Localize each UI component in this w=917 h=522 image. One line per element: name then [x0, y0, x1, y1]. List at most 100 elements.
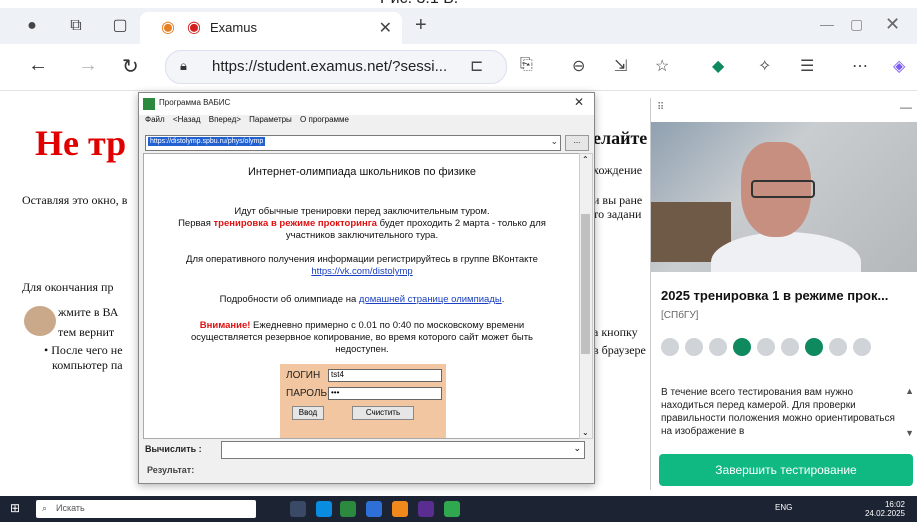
scroll-down-icon[interactable]: ⌄ — [582, 428, 589, 437]
extension-icon[interactable]: ✧ — [758, 56, 771, 76]
scroll-up-icon[interactable]: ▲ — [905, 386, 914, 396]
page-text: а кнопку — [593, 325, 638, 339]
dialog-scrollbar[interactable]: ⌃ ⌄ — [579, 153, 593, 439]
app2-icon[interactable] — [444, 501, 460, 517]
zoom-icon[interactable]: ⊖ — [572, 56, 585, 76]
person-body — [711, 232, 861, 272]
content-p5: Внимание! Ежедневно примерно с 0.01 по 0… — [199, 320, 525, 331]
menu-forward[interactable]: Вперед> — [209, 115, 241, 124]
password-input[interactable]: ••• — [328, 387, 442, 400]
search-icon: ⌕ — [42, 503, 48, 513]
password-label: ПАРОЛЬ — [286, 388, 328, 399]
edge-icon[interactable] — [316, 501, 332, 517]
clock[interactable]: 16:02 24.02.2025 — [865, 500, 905, 518]
windows-start-icon[interactable]: ⊞ — [10, 501, 20, 515]
calc-input[interactable]: ⌄ — [221, 441, 585, 459]
content-p1: Идут обычные тренировки перед заключител… — [234, 206, 490, 217]
chevron-down-icon[interactable]: ⌄ — [573, 443, 581, 454]
star-icon[interactable]: ☆ — [655, 56, 669, 76]
mic-status-icon — [685, 338, 703, 356]
lang-indicator[interactable]: ENG — [775, 503, 792, 512]
close-tab-icon[interactable]: ✕ — [379, 18, 392, 38]
recording-icon: ◉ — [187, 19, 201, 36]
scroll-up-icon[interactable]: ⌃ — [582, 155, 589, 164]
scroll-down-icon[interactable]: ▼ — [905, 428, 914, 438]
login-label: ЛОГИН — [286, 370, 321, 381]
page-heading-right: елайте — [593, 128, 648, 148]
lock-icon[interactable]: 🔒︎ — [180, 58, 187, 74]
cat-avatar-icon — [24, 306, 56, 336]
dialog-url-combo[interactable]: https://distolymp.spbu.ru/phys/olymp ⌄ — [145, 135, 561, 151]
page-text: хождение — [593, 163, 643, 177]
firefox-icon[interactable] — [392, 501, 408, 517]
content-p3: Для оперативного получения информации ре… — [186, 254, 538, 265]
url-text[interactable]: https://student.examus.net/?sessi... — [212, 58, 447, 75]
camera-status-icon — [661, 338, 679, 356]
page-text: • После чего не — [44, 343, 123, 357]
more-icon[interactable]: ⋯ — [852, 56, 868, 76]
drag-handle-icon[interactable]: ⠿ — [657, 102, 664, 113]
screen-status-icon — [709, 338, 727, 356]
share-icon[interactable]: ⇲ — [614, 56, 627, 76]
exam-org: [СПбГУ] — [661, 310, 699, 321]
dialog-url-text[interactable]: https://distolymp.spbu.ru/phys/olymp — [148, 137, 266, 146]
minimize-panel-icon[interactable]: — — [900, 100, 912, 114]
page-text: Оставляя это окно, в — [22, 193, 128, 207]
task-view-icon[interactable] — [290, 501, 306, 517]
tab-title: Examus — [210, 20, 257, 35]
shield-icon[interactable]: ◆ — [712, 56, 724, 76]
exam-title: 2025 тренировка 1 в режиме прок... — [661, 288, 889, 303]
location-icon: ◉ — [161, 19, 175, 36]
reload-icon[interactable]: ↻ — [122, 54, 139, 79]
finish-test-button[interactable]: Завершить тестирование — [659, 454, 913, 486]
status-icons — [661, 338, 877, 356]
face-status-icon — [781, 338, 799, 356]
scroll-thumb[interactable] — [581, 214, 590, 354]
menu-about[interactable]: О программе — [300, 115, 349, 124]
workspaces-icon[interactable]: ⧉ — [66, 16, 86, 36]
tab-examus[interactable]: ◉ ◉ Examus ✕ — [140, 12, 402, 44]
copilot-icon[interactable]: ◈ — [893, 56, 905, 76]
check-status-icon — [733, 338, 751, 356]
chat-status-icon — [853, 338, 871, 356]
content-p2: Первая тренировка в режиме прокторинга б… — [178, 218, 546, 229]
menu-back[interactable]: <Назад — [173, 115, 201, 124]
browser-status-icon — [757, 338, 775, 356]
webcam-video — [651, 122, 917, 272]
page-text: то задани — [593, 207, 642, 221]
profile-icon[interactable]: ● — [22, 16, 42, 36]
tab-actions-icon[interactable]: ▢ — [110, 16, 130, 36]
new-tab-icon[interactable]: + — [415, 14, 427, 37]
page-text: жмите в ВА — [58, 305, 119, 319]
home-page-link[interactable]: домашней странице олимпиады — [359, 294, 502, 305]
menu-params[interactable]: Параметры — [249, 115, 292, 124]
login-input[interactable]: tst4 — [328, 369, 442, 382]
forward-icon[interactable]: → — [78, 54, 98, 77]
close-icon[interactable]: ✕ — [574, 95, 584, 109]
page-text: компьютер па — [52, 358, 123, 372]
explorer-icon[interactable] — [366, 501, 382, 517]
menu-file[interactable]: Файл — [145, 115, 165, 124]
address-bar[interactable]: 🔒︎ https://student.examus.net/?sessi... — [165, 50, 507, 84]
window-close-icon[interactable]: ✕ — [885, 14, 900, 35]
vk-link[interactable]: https://vk.com/distolymp — [311, 266, 412, 277]
app-icon[interactable] — [418, 501, 434, 517]
copy-icon[interactable]: ⎘ — [520, 56, 533, 74]
chevron-down-icon[interactable]: ⌄ — [550, 136, 558, 147]
minimize-icon[interactable]: — — [820, 16, 834, 32]
maximize-icon[interactable]: ▢ — [850, 16, 863, 33]
content-p3-link[interactable]: https://vk.com/distolymp — [144, 266, 580, 278]
collections-icon[interactable]: ☰ — [800, 56, 814, 76]
network-status-icon — [829, 338, 847, 356]
app-icon — [143, 98, 155, 110]
clear-button[interactable]: Счистить — [352, 406, 414, 420]
enter-button[interactable]: Ввод — [292, 406, 324, 420]
go-button[interactable]: ... — [565, 135, 589, 151]
taskbar-search[interactable]: ⌕ Искать — [36, 500, 256, 518]
browser-tab-bar: ● ⧉ ▢ ◉ ◉ Examus ✕ + — ▢ ✕ — [0, 8, 917, 44]
info-text: В течение всего тестирования вам нужно н… — [661, 387, 895, 437]
window-titlebar[interactable]: Программа ВАБИС ✕ — [139, 93, 594, 115]
read-aloud-icon[interactable]: ⊏ — [470, 56, 483, 76]
vabis-app-icon[interactable] — [340, 501, 356, 517]
back-icon[interactable]: ← — [28, 54, 48, 77]
